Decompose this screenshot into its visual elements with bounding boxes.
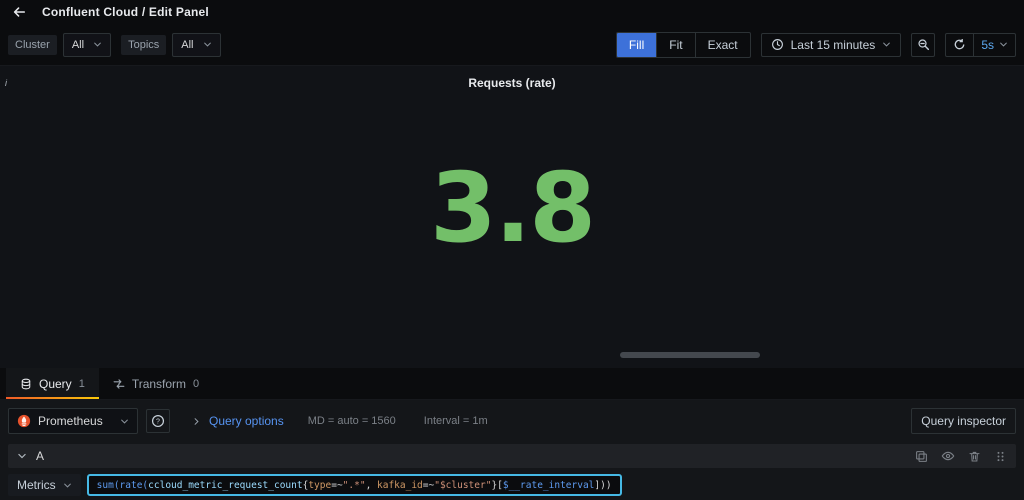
toolbar-right-group: Fill Fit Exact Last 15 minutes 5s — [615, 31, 1016, 58]
chevron-down-icon — [120, 417, 129, 426]
question-circle-icon: ? — [151, 414, 165, 428]
clock-icon — [771, 38, 784, 51]
query-token: ])) — [594, 479, 612, 491]
variable-topics-select[interactable]: All — [172, 32, 221, 57]
datasource-help-button[interactable]: ? — [146, 409, 170, 433]
chevron-down-icon — [17, 451, 27, 461]
variable-topics: Topics All — [121, 32, 221, 57]
query-token: kafka_id — [377, 479, 423, 491]
promql-query: sum(rate(ccloud_metric_request_count{typ… — [97, 480, 612, 491]
horizontal-scrollbar[interactable] — [620, 352, 760, 358]
query-options-toggle[interactable]: Query options — [192, 414, 284, 428]
view-mode-group: Fill Fit Exact — [615, 31, 751, 58]
max-data-points: MD = auto = 1560 — [307, 415, 396, 427]
editor-tabs: Query 1 Transform 0 — [0, 368, 1024, 400]
refresh-button[interactable] — [946, 34, 973, 56]
chevron-down-icon — [882, 40, 891, 49]
query-token: , — [365, 479, 378, 491]
tab-query-count: 1 — [78, 377, 85, 390]
transform-icon — [113, 378, 125, 390]
query-token: "$cluster" — [434, 479, 492, 491]
query-ref-id: A — [36, 449, 45, 463]
query-token: type — [308, 479, 332, 491]
variable-cluster-label: Cluster — [8, 34, 57, 55]
query-token: =~ — [422, 479, 435, 491]
metrics-dropdown-label: Metrics — [17, 478, 56, 492]
magnifier-minus-icon — [917, 38, 930, 51]
query-options-label: Query options — [209, 414, 284, 428]
tab-transform-count: 0 — [193, 377, 200, 390]
view-mode-fill-button[interactable]: Fill — [616, 32, 657, 57]
prometheus-icon — [17, 414, 31, 428]
query-inspector-button[interactable]: Query inspector — [911, 408, 1016, 434]
query-token: }[ — [491, 479, 503, 491]
variable-topics-value: All — [181, 38, 194, 51]
refresh-interval-label: 5s — [981, 37, 994, 52]
query-options-summary: MD = auto = 1560 Interval = 1m — [308, 415, 488, 427]
back-arrow-icon[interactable] — [12, 5, 26, 19]
datasource-row: Prometheus ? Query options MD = auto = 1… — [8, 406, 1016, 436]
query-token: $__rate_interval — [502, 479, 595, 491]
view-mode-fit-button[interactable]: Fit — [656, 32, 694, 57]
chevron-right-icon — [192, 417, 201, 426]
view-mode-exact-button[interactable]: Exact — [694, 32, 750, 57]
page-title: Confluent Cloud / Edit Panel — [42, 5, 209, 19]
top-header: Confluent Cloud / Edit Panel — [0, 0, 1024, 24]
refresh-interval-select[interactable]: 5s — [973, 33, 1015, 56]
tab-query-label: Query — [39, 376, 72, 391]
chevron-down-icon — [203, 40, 212, 49]
datasource-name: Prometheus — [38, 414, 103, 428]
tab-query[interactable]: Query 1 — [6, 368, 99, 399]
tab-transform[interactable]: Transform 0 — [99, 368, 213, 399]
zoom-out-button[interactable] — [911, 32, 936, 57]
promql-query-input[interactable]: sum(rate(ccloud_metric_request_count{typ… — [86, 474, 622, 496]
time-range-picker[interactable]: Last 15 minutes — [760, 32, 902, 57]
chevron-down-icon — [999, 40, 1008, 49]
variable-cluster: Cluster All — [8, 32, 112, 57]
stat-value: 3.8 — [429, 151, 596, 264]
chevron-down-icon — [63, 481, 72, 490]
svg-text:?: ? — [156, 419, 160, 426]
duplicate-query-button[interactable] — [915, 450, 928, 463]
dashboard-toolbar: Cluster All Topics All Fill Fit Exact La… — [0, 24, 1024, 66]
interval: Interval = 1m — [423, 415, 488, 427]
time-range-label: Last 15 minutes — [790, 37, 876, 52]
panel-preview: i Requests (rate) 3.8 — [0, 66, 1024, 368]
query-row-actions — [915, 449, 1007, 463]
metrics-row: Metrics sum(rate(ccloud_metric_request_c… — [8, 474, 1016, 496]
database-icon — [20, 378, 32, 390]
datasource-picker[interactable]: Prometheus — [8, 408, 138, 434]
refresh-icon — [953, 38, 966, 51]
variable-topics-label: Topics — [121, 34, 167, 55]
query-editor: Prometheus ? Query options MD = auto = 1… — [0, 400, 1024, 500]
query-token: ".*" — [342, 479, 366, 491]
drag-handle-icon[interactable] — [994, 450, 1007, 463]
query-token: =~ — [331, 479, 343, 491]
query-row-header[interactable]: A — [8, 444, 1016, 468]
query-token: ccloud_metric_request_count — [148, 479, 303, 491]
query-token: sum(rate( — [96, 479, 149, 491]
metrics-dropdown[interactable]: Metrics — [8, 474, 81, 496]
delete-query-button[interactable] — [968, 450, 981, 463]
chevron-down-icon — [93, 40, 102, 49]
tab-transform-label: Transform — [131, 376, 187, 391]
refresh-control: 5s — [945, 32, 1016, 57]
panel-title[interactable]: Requests (rate) — [0, 76, 1024, 90]
variable-cluster-select[interactable]: All — [62, 32, 112, 57]
grafana-edit-panel: Confluent Cloud / Edit Panel Cluster All… — [0, 0, 1024, 500]
hide-query-button[interactable] — [941, 449, 955, 463]
variable-cluster-value: All — [71, 38, 85, 51]
